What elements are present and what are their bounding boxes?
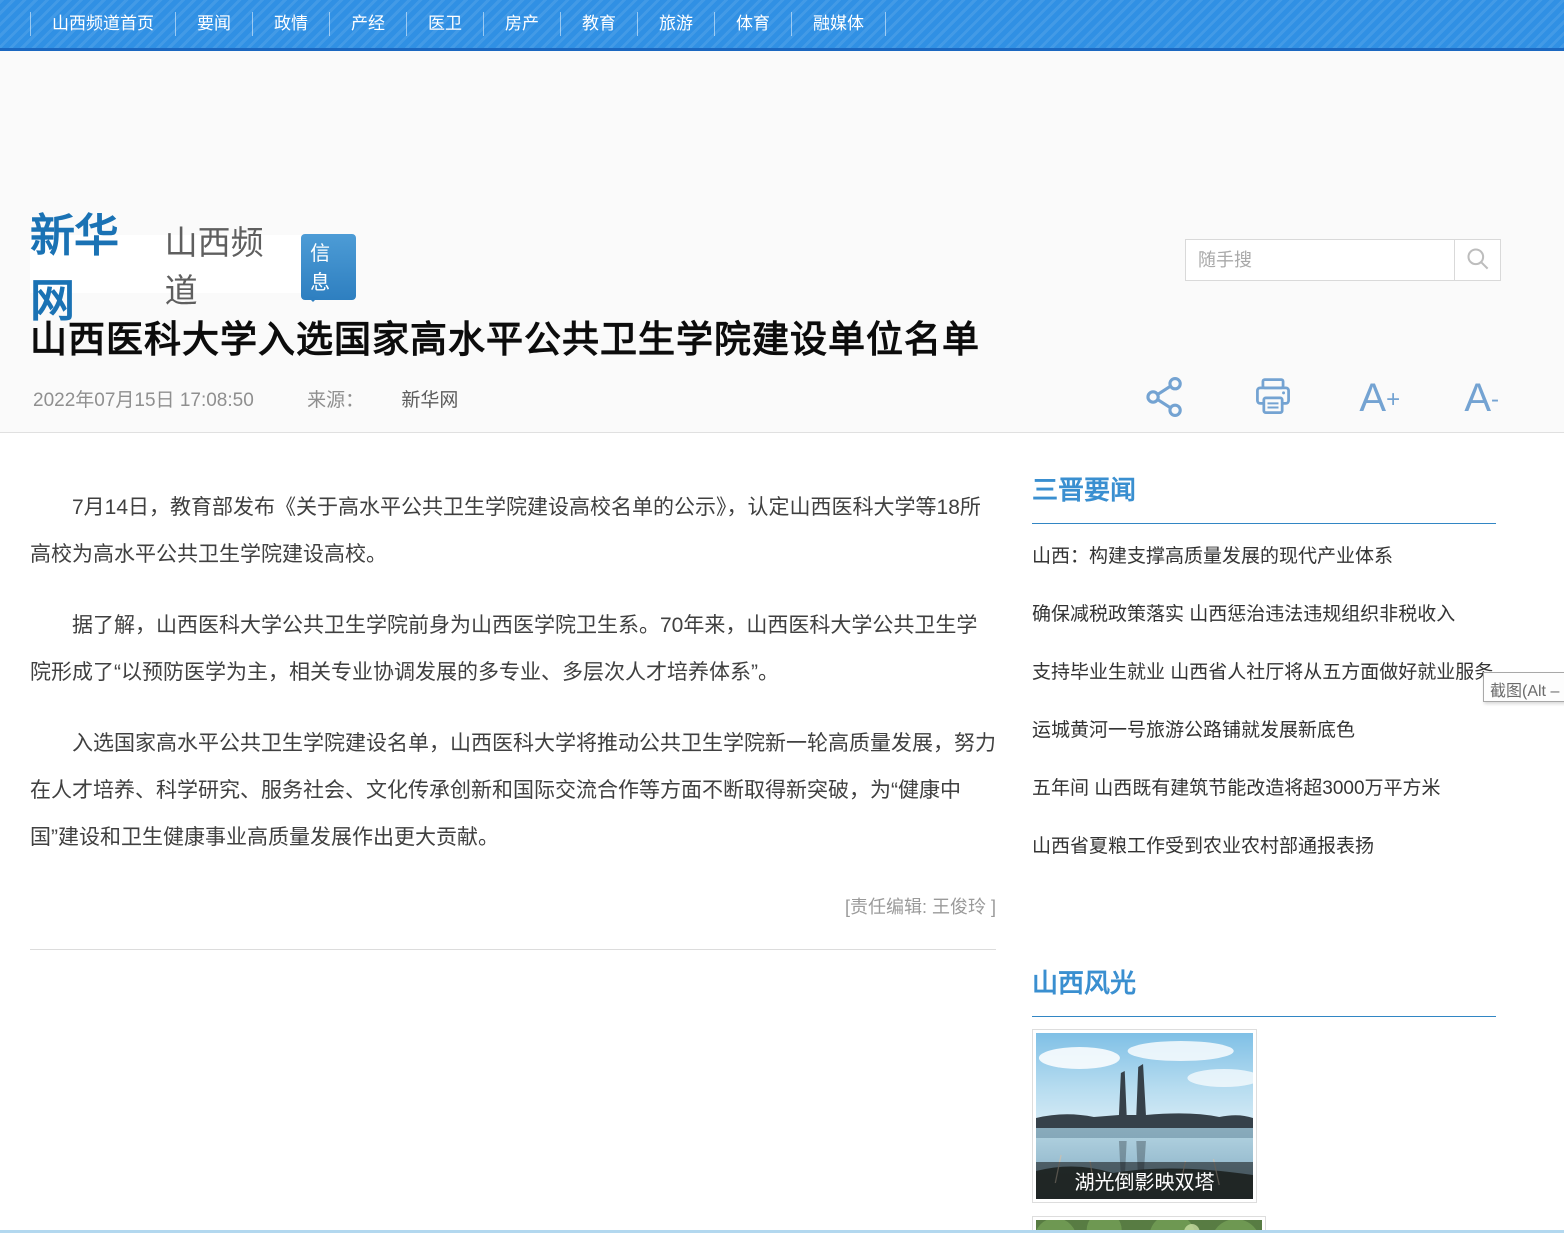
news-link[interactable]: 支持毕业生就业 山西省人社厅将从五方面做好就业服务 [1032,644,1496,702]
editor-credit: [责任编辑: 王俊玲 ] [30,893,996,919]
page-title: 山西医科大学入选国家高水平公共卫生学院建设单位名单 [30,309,1180,363]
font-increase-button[interactable]: A+ [1359,378,1400,418]
article-header: 新华网 山西频道 信息 山西医科大学入选国家高水平公共卫生学院建设单位名单 20… [0,51,1564,433]
font-increase-icon: A+ [1359,378,1400,418]
article-divider [30,949,996,950]
article-meta: 2022年07月15日 17:08:50 来源： 新华网 [33,385,458,412]
nav-item-health[interactable]: 医卫 [406,12,483,36]
article-paragraph: 7月14日，教育部发布《关于高水平公共卫生学院建设高校名单的公示》，认定山西医科… [30,484,996,578]
printer-icon [1251,375,1295,422]
font-decrease-button[interactable]: A- [1464,378,1499,418]
nav-item-news[interactable]: 要闻 [175,12,252,36]
nav-item-politics[interactable]: 政情 [252,12,329,36]
news-link[interactable]: 山西省夏粮工作受到农业农村部通报表扬 [1032,818,1496,876]
screenshot-tooltip: 截图(Alt – [1483,672,1564,702]
nav-item-media[interactable]: 融媒体 [791,12,886,36]
photo-caption: 湖光倒影映双塔 [1036,1162,1253,1199]
page: 山西频道首页 要闻 政情 产经 医卫 房产 教育 旅游 体育 融媒体 新华网 山… [0,0,1564,1233]
info-badge: 信息 [301,234,356,300]
nav-item-realestate[interactable]: 房产 [483,12,560,36]
channel-label: 山西频道 [165,216,287,312]
share-icon [1143,375,1187,422]
nav-item-sports[interactable]: 体育 [714,12,791,36]
site-logo[interactable]: 新华网 山西频道 信息 [30,235,356,293]
search-icon [1464,245,1491,275]
news-list: 山西：构建支撑高质量发展的现代产业体系 确保减税政策落实 山西惩治违法违规组织非… [1032,528,1496,876]
search-input[interactable] [1186,240,1454,280]
top-navigation: 山西频道首页 要闻 政情 产经 医卫 房产 教育 旅游 体育 融媒体 [0,0,1564,51]
news-link[interactable]: 确保减税政策落实 山西惩治违法违规组织非税收入 [1032,586,1496,644]
article-date: 2022年07月15日 17:08:50 [33,390,254,411]
gallery-section: 山西风光 [1032,963,1496,1233]
news-link[interactable]: 五年间 山西既有建筑节能改造将超3000万平方米 [1032,760,1496,818]
source-label: 来源： [307,390,364,411]
print-button[interactable] [1251,375,1295,422]
article-toolbar: A+ A- [1143,373,1499,423]
gallery-title: 山西风光 [1032,963,1496,1017]
nav-item-home[interactable]: 山西频道首页 [30,12,175,36]
source-name: 新华网 [401,390,458,411]
search-bar [1185,239,1501,281]
article-body: 7月14日，教育部发布《关于高水平公共卫生学院建设高校名单的公示》，认定山西医科… [30,470,996,950]
lake-photo-image: 湖光倒影映双塔 [1036,1033,1253,1199]
photo-gallery: 湖光倒影映双塔 [1032,1029,1496,1233]
nav-item-education[interactable]: 教育 [560,12,637,36]
news-link[interactable]: 山西：构建支撑高质量发展的现代产业体系 [1032,528,1496,586]
nav-item-travel[interactable]: 旅游 [637,12,714,36]
article-paragraph: 入选国家高水平公共卫生学院建设名单，山西医科大学将推动公共卫生学院新一轮高质量发… [30,720,996,861]
gallery-photo-lake[interactable]: 湖光倒影映双塔 [1032,1029,1257,1203]
share-button[interactable] [1143,375,1187,422]
news-link[interactable]: 运城黄河一号旅游公路铺就发展新底色 [1032,702,1496,760]
search-button[interactable] [1454,240,1500,280]
font-decrease-icon: A- [1464,378,1499,418]
nav-item-economy[interactable]: 产经 [329,12,406,36]
sidebar-news-title: 三晋要闻 [1032,470,1496,524]
article-paragraph: 据了解，山西医科大学公共卫生学院前身为山西医学院卫生系。70年来，山西医科大学公… [30,602,996,696]
sidebar: 三晋要闻 山西：构建支撑高质量发展的现代产业体系 确保减税政策落实 山西惩治违法… [1032,470,1496,1233]
